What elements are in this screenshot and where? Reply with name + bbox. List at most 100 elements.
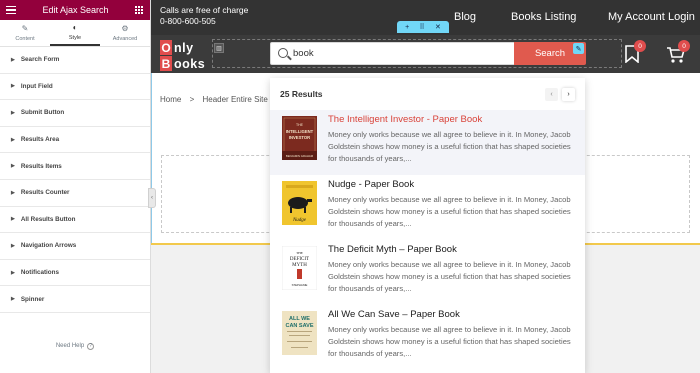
- section-label: Input Field: [20, 82, 53, 90]
- result-title[interactable]: All We Can Save – Paper Book: [328, 308, 575, 321]
- breadcrumb: Home > Header Entire Site: [160, 95, 274, 104]
- panel-title: Edit Ajax Search: [42, 5, 109, 15]
- prev-arrow-button[interactable]: ‹: [545, 87, 558, 101]
- book-cover-nudge: Nudge: [282, 181, 317, 225]
- section-results-counter[interactable]: ▶ Results Counter: [0, 179, 150, 207]
- column-handle-icon[interactable]: ▥: [214, 43, 224, 53]
- tab-style[interactable]: ◐ Style: [50, 20, 100, 46]
- section-label: Search Form: [20, 56, 60, 64]
- search-form: Search: [270, 42, 586, 65]
- cover-text: Nudge: [292, 218, 307, 223]
- breadcrumb-home[interactable]: Home: [160, 95, 181, 104]
- cover-text: INTELLIGENT: [286, 129, 314, 134]
- caret-right-icon: ▶: [11, 269, 15, 276]
- phone-number: 0-800-600-505: [160, 16, 216, 26]
- caret-right-icon: ▶: [11, 296, 15, 303]
- caret-right-icon: ▶: [11, 163, 15, 170]
- section-notifications[interactable]: ▶ Notifications: [0, 259, 150, 287]
- next-arrow-button[interactable]: ›: [562, 87, 575, 101]
- navigation-arrows: ‹ ›: [545, 87, 575, 101]
- section-label: Spinner: [20, 295, 45, 303]
- cover-text: THE: [296, 251, 303, 255]
- cart-button[interactable]: 0: [666, 40, 690, 67]
- cover-text: ALL WE: [289, 316, 310, 322]
- caret-right-icon: ▶: [11, 216, 15, 223]
- edit-widget-pencil-icon[interactable]: ✎: [573, 43, 584, 54]
- cover-text: DEFICIT: [290, 257, 309, 262]
- tab-advanced[interactable]: ⚙ Advanced: [100, 20, 150, 46]
- need-help-link[interactable]: Need Help?: [0, 343, 150, 350]
- result-description: Money only works because we all agree to…: [328, 195, 571, 228]
- site-preview: Calls are free of charge 0-800-600-505 B…: [151, 0, 700, 373]
- book-cover-deficit-myth: THE DEFICIT MYTH STEPHANIE: [282, 246, 317, 290]
- result-title[interactable]: The Deficit Myth – Paper Book: [328, 243, 575, 256]
- section-all-results-button[interactable]: ▶ All Results Button: [0, 206, 150, 234]
- search-input[interactable]: [293, 43, 513, 64]
- section-navigation-arrows[interactable]: ▶ Navigation Arrows: [0, 233, 150, 260]
- gear-icon: ⚙: [121, 23, 129, 33]
- result-title[interactable]: The Intelligent Investor - Paper Book: [328, 113, 575, 126]
- menu-icon[interactable]: [6, 5, 16, 15]
- nav-login[interactable]: Login: [668, 11, 695, 23]
- nav-blog[interactable]: Blog: [454, 11, 476, 23]
- breadcrumb-current: Header Entire Site: [202, 95, 268, 104]
- drag-handle-icon[interactable]: ⠿: [420, 23, 425, 31]
- result-description: Money only works because we all agree to…: [328, 130, 571, 163]
- need-help-label: Need Help: [55, 343, 85, 349]
- section-results-items[interactable]: ▶ Results Items: [0, 153, 150, 180]
- logo-text-nly: nly: [174, 41, 194, 55]
- nav-books-listing[interactable]: Books Listing: [511, 11, 576, 23]
- plus-icon[interactable]: +: [405, 24, 409, 31]
- tab-label: Content: [15, 35, 35, 42]
- caret-right-icon: ▶: [11, 83, 15, 90]
- panel-header: Edit Ajax Search: [0, 0, 150, 20]
- book-cover-intelligent-investor: THE INTELLIGENT INVESTOR BENJAMIN GRAHAM: [282, 116, 317, 160]
- section-outline: [151, 73, 152, 245]
- collapse-panel-handle[interactable]: ‹: [148, 188, 156, 208]
- result-item[interactable]: THE INTELLIGENT INVESTOR BENJAMIN GRAHAM…: [270, 110, 585, 175]
- result-item[interactable]: THE DEFICIT MYTH STEPHANIE The Deficit M…: [270, 240, 585, 305]
- section-input-field[interactable]: ▶ Input Field: [0, 73, 150, 101]
- close-icon[interactable]: ✕: [435, 23, 441, 31]
- nav-my-account[interactable]: My Account: [608, 11, 665, 23]
- cover-text: INVESTOR: [289, 135, 310, 140]
- result-item[interactable]: Nudge Nudge - Paper Book Money only work…: [270, 175, 585, 240]
- logo-letter-b: B: [160, 56, 172, 71]
- results-header: 25 Results ‹ ›: [270, 78, 585, 110]
- caret-right-icon: ▶: [11, 56, 15, 63]
- breadcrumb-separator: >: [189, 95, 195, 104]
- section-label: Notifications: [20, 269, 59, 277]
- calls-free-text: Calls are free of charge: [160, 5, 249, 15]
- wishlist-button[interactable]: 0: [622, 40, 646, 67]
- pencil-icon: ✎: [21, 23, 29, 33]
- apps-grid-icon[interactable]: [134, 5, 144, 15]
- section-label: Results Items: [20, 162, 62, 170]
- section-label: Submit Button: [20, 109, 65, 117]
- wishlist-count-badge: 0: [634, 40, 646, 52]
- section-results-area[interactable]: ▶ Results Area: [0, 126, 150, 154]
- tab-label: Style: [68, 34, 82, 41]
- site-logo[interactable]: O nly B ooks: [160, 38, 215, 71]
- logo-text-ooks: ooks: [174, 57, 206, 71]
- result-item[interactable]: ALL WE CAN SAVE All We Can Save – Paper …: [270, 305, 585, 370]
- section-spinner[interactable]: ▶ Spinner: [0, 286, 150, 313]
- cover-text: CAN SAVE: [285, 323, 313, 329]
- result-description: Money only works because we all agree to…: [328, 325, 571, 358]
- results-counter: 25 Results: [280, 89, 323, 99]
- result-title[interactable]: Nudge - Paper Book: [328, 178, 575, 191]
- section-edit-handle[interactable]: + ⠿ ✕: [397, 21, 449, 33]
- caret-right-icon: ▶: [11, 109, 15, 116]
- section-search-form[interactable]: ▶ Search Form: [0, 47, 150, 74]
- caret-right-icon: ▶: [11, 242, 15, 249]
- cart-count-badge: 0: [678, 40, 690, 52]
- top-bar: Calls are free of charge 0-800-600-505 B…: [151, 0, 700, 35]
- section-label: Results Counter: [20, 189, 70, 197]
- contrast-icon: ◐: [72, 22, 78, 32]
- tab-content[interactable]: ✎ Content: [0, 20, 50, 46]
- site-header: O nly B ooks ▥ Search ✎ 0 0: [151, 35, 700, 73]
- section-label: Results Area: [20, 136, 60, 144]
- cover-text: MYTH: [292, 263, 307, 268]
- search-icon: [278, 48, 288, 58]
- caret-right-icon: ▶: [11, 136, 15, 143]
- section-submit-button[interactable]: ▶ Submit Button: [0, 100, 150, 127]
